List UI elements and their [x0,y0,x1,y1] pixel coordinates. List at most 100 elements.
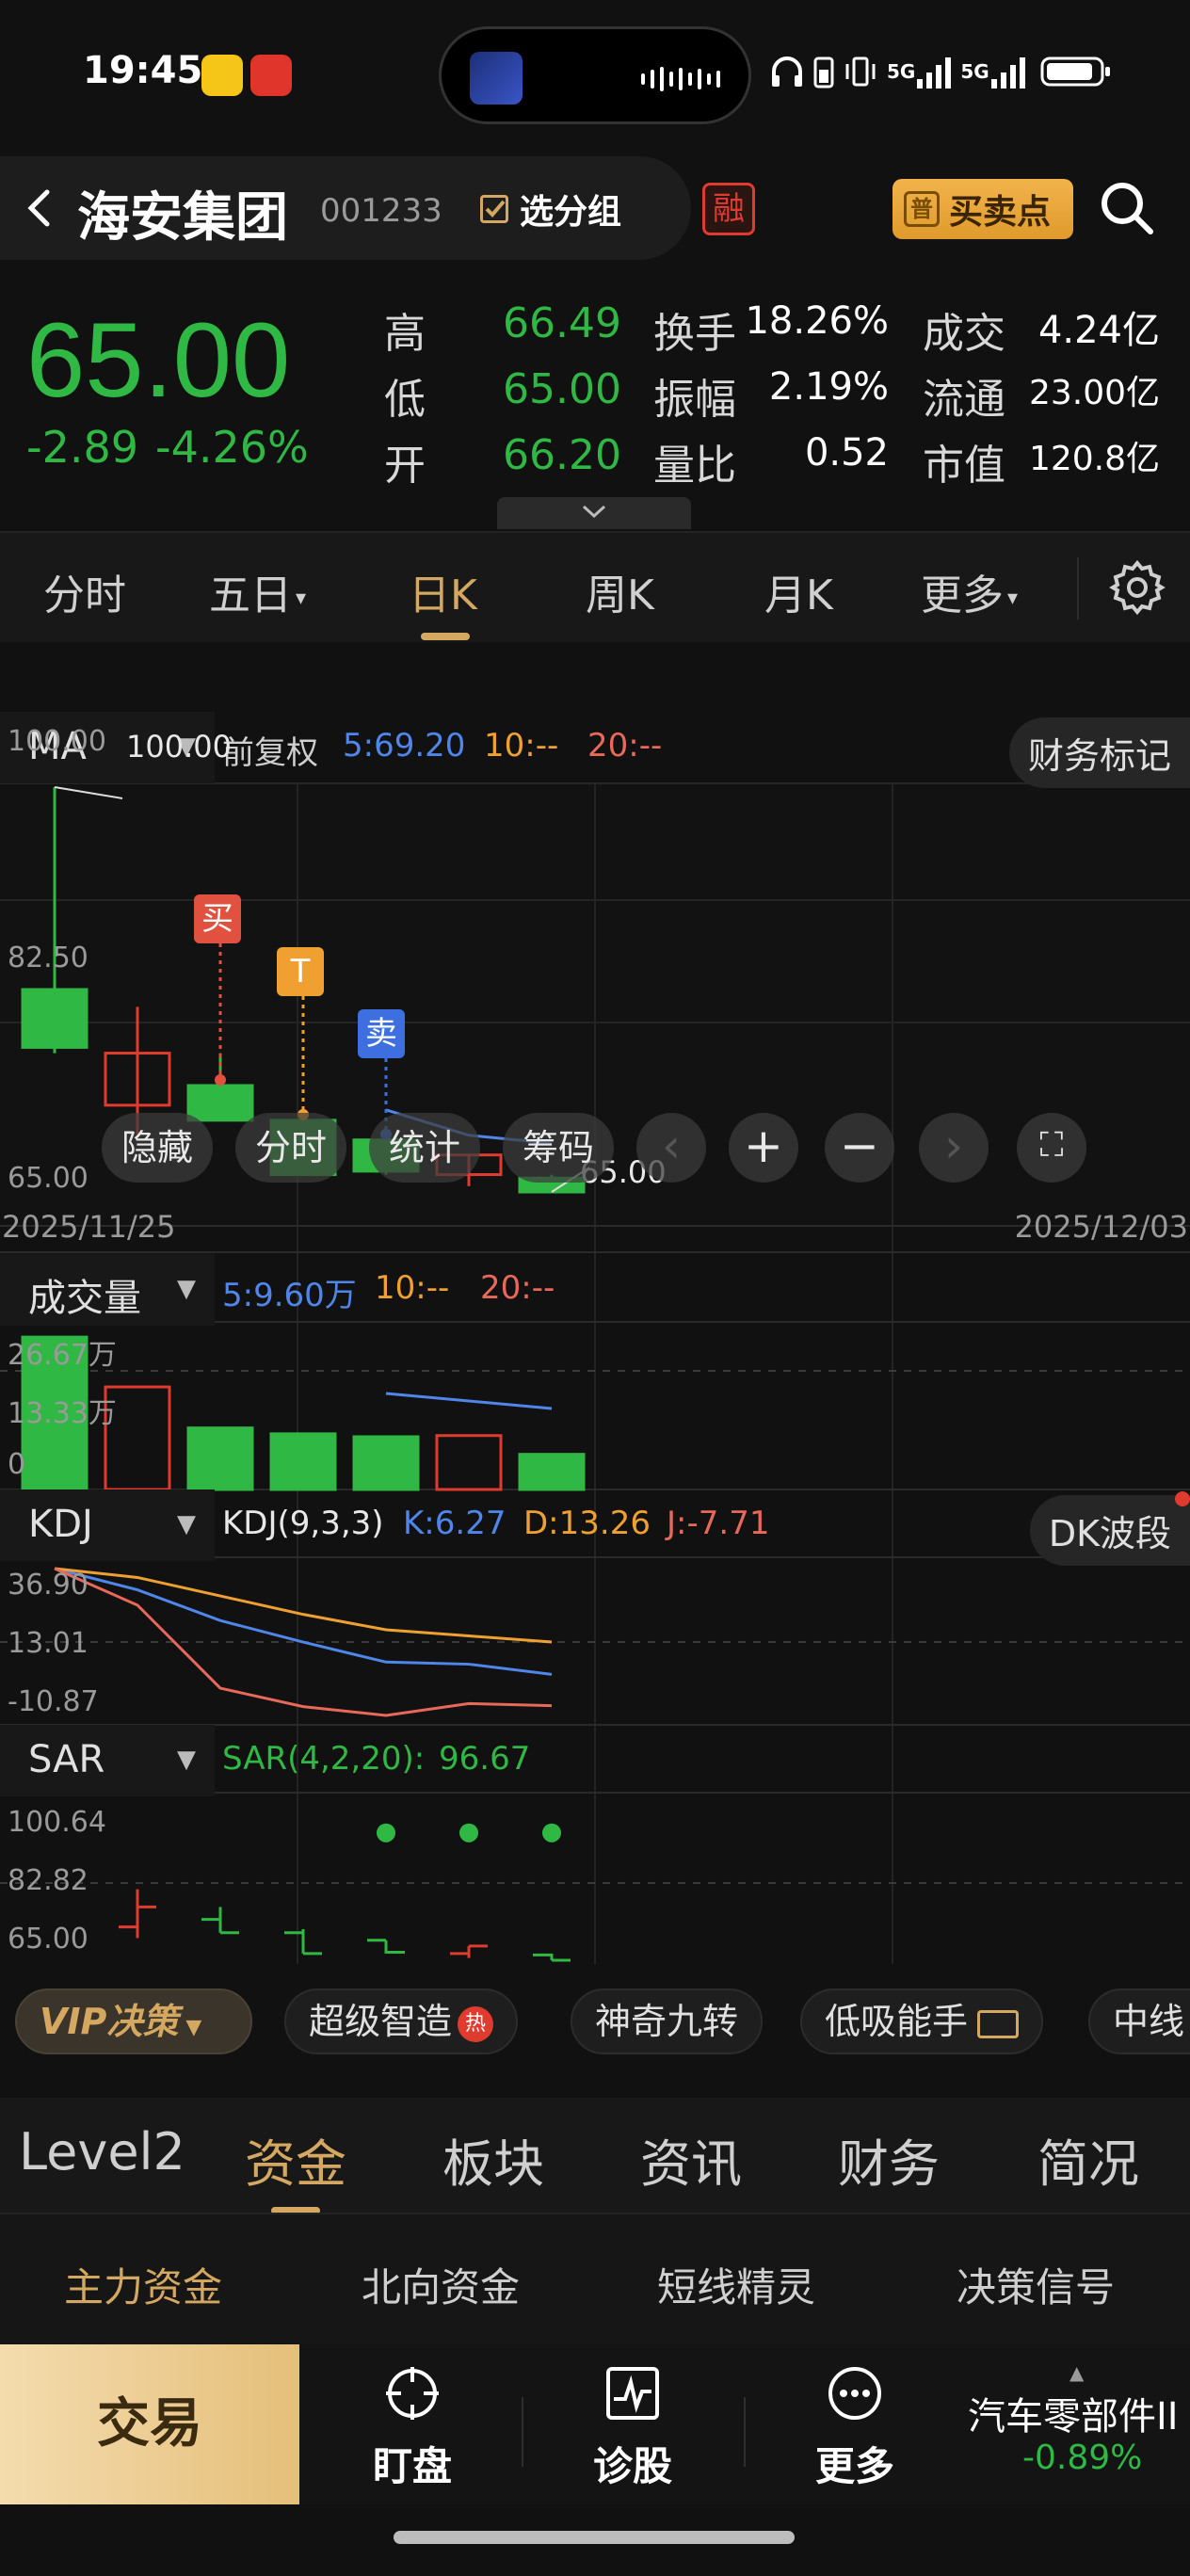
kline-chart-area[interactable]: MA ▼ 前复权 5:69.20 10:-- 20:-- 财务标记 100.00… [0,712,1190,1964]
audio-wave-icon [641,67,720,91]
strategy-label: 低吸能手 [825,2001,969,2042]
expand-quote-button[interactable] [497,497,691,529]
tab-financials[interactable]: 财务 [838,2122,940,2197]
zoom-in-icon[interactable]: + [729,1113,798,1183]
strategy-chip-super-smart[interactable]: 超级智造热 [284,1988,519,2054]
last-price: 65.00 [26,301,291,419]
headphones-icon [772,56,802,87]
signal-buy-badge[interactable]: 买 [194,894,241,943]
tab-monthly-k[interactable]: 月K [764,561,833,621]
sector-change: -0.89% [1022,2439,1143,2477]
candle-body [21,988,88,1049]
capital-sub-tabs: 主力资金 北向资金 短线精灵 决策信号 [0,2213,1190,2344]
triangle-down-icon: ▾ [296,586,307,610]
crosshair-icon [386,2367,439,2420]
notification-app-icon-2 [250,55,292,96]
quote-value: 66.49 [503,299,621,347]
sector-name[interactable]: 汽车零部件II [968,2386,1179,2440]
volume-bar [269,1432,337,1491]
tab-weekly-k[interactable]: 周K [586,561,654,621]
date-start: 2025/11/25 [2,1209,176,1245]
period-tabs: 分时 五日 ▾ 日K 周K 月K 更多 ▾ [0,531,1190,642]
volume-ma5-line [385,1392,553,1410]
device-battery-icon [813,56,834,89]
finance-mark-button[interactable]: 财务标记 [1008,717,1190,788]
strategy-chip-magic-nine[interactable]: 神奇九转 [571,1988,764,2054]
tab-more-label: 更多 [921,572,1004,620]
margin-trading-badge[interactable]: 融 [702,183,755,235]
quote-label: 振幅 [653,376,736,424]
tab-daily-k[interactable]: 日K [409,561,477,621]
quote-value: 23.00亿 [1028,374,1160,412]
tab-more[interactable]: 更多 ▾ [921,561,1018,621]
volume-selector[interactable]: 成交量 ▼ [0,1254,215,1326]
adjust-type[interactable]: 前复权 [222,727,318,773]
hide-button[interactable]: 隐藏 [102,1113,213,1183]
checkbox-icon [480,195,508,223]
intraday-button[interactable]: 分时 [235,1113,346,1183]
sar-name: SAR [28,1738,105,1781]
statistics-button[interactable]: 统计 [369,1113,480,1183]
subtab-main-capital[interactable]: 主力资金 [64,2256,222,2313]
buy-sell-points-button[interactable]: 普 买卖点 [892,179,1073,239]
trade-button[interactable]: 交易 [0,2344,299,2504]
dk-wave-button[interactable]: DK波段 [1029,1495,1190,1566]
chips-button[interactable]: 筹码 [503,1113,614,1183]
chevron-left-icon[interactable] [17,185,64,232]
sar-selector[interactable]: SAR ▼ [0,1725,215,1796]
price-y-label: 100.00 [8,725,106,758]
nav-watch[interactable]: 盯盘 [337,2363,488,2492]
fullscreen-icon[interactable]: ⛶ [1017,1113,1086,1183]
chevron-right-icon[interactable]: › [919,1113,989,1183]
ordinary-badge-icon: 普 [904,191,940,227]
select-group-button[interactable]: 选分组 [480,185,621,233]
quote-label: 低 [384,376,426,424]
volume-ma10: 10:-- [375,1269,450,1307]
zoom-out-icon[interactable]: − [825,1113,894,1183]
sar-dot [377,1823,395,1843]
tab-capital[interactable]: 资金 [245,2122,346,2197]
quote-label: 成交 [923,310,1005,358]
volume-ma5: 5:9.60万 [222,1277,357,1314]
volume-bar [352,1435,420,1491]
kdj-y-label: 36.90 [8,1569,88,1602]
tab-profile[interactable]: 简况 [1037,2122,1139,2197]
tab-level2[interactable]: Level2 [19,2122,185,2182]
sar-value: 96.67 [439,1740,531,1778]
home-indicator[interactable] [394,2531,795,2544]
tab-news[interactable]: 资讯 [640,2122,742,2197]
kdj-j-value: J:-7.71 [667,1505,770,1542]
search-icon[interactable] [1096,177,1156,237]
triangle-down-icon: ▾ [1007,586,1019,610]
hot-badge-icon: 热 [458,2005,494,2042]
subtab-decision-signal[interactable]: 决策信号 [957,2256,1115,2313]
strategy-chip-mid-term[interactable]: 中线 [1088,1988,1190,2054]
gear-icon[interactable] [1109,559,1166,616]
tab-five-day[interactable]: 五日 ▾ [209,561,306,621]
dynamic-island[interactable] [439,26,751,124]
network-type-2: 5G [960,60,989,83]
battery-icon [1040,56,1110,87]
active-tab-indicator [421,633,470,640]
nav-diagnose[interactable]: 诊股 [557,2363,708,2492]
signal-t-badge[interactable]: T [277,947,324,996]
subtab-short-term[interactable]: 短线精灵 [657,2256,815,2313]
date-end: 2025/12/03 [1014,1209,1188,1245]
nav-more[interactable]: 更多 [780,2363,930,2492]
nav-divider [744,2397,746,2467]
chevron-left-icon[interactable]: ‹ [636,1113,706,1183]
kdj-selector[interactable]: KDJ ▼ [0,1489,215,1561]
vip-decision-button[interactable]: VIP决策 ▼ [15,1988,252,2054]
triangle-down-icon: ▼ [177,1746,196,1774]
signal-sell-badge[interactable]: 卖 [358,1009,405,1058]
nav-watch-label: 盯盘 [372,2443,452,2489]
status-time: 19:45 [83,49,203,92]
subtab-northbound[interactable]: 北向资金 [362,2256,520,2313]
quote-label: 流通 [923,376,1005,424]
strategy-chip-dip-buyer[interactable]: 低吸能手 [800,1988,1044,2054]
tab-intraday[interactable]: 分时 [43,561,126,621]
tab-sector[interactable]: 板块 [442,2122,544,2197]
signal-bars-icon-2 [990,57,1025,89]
network-type-1: 5G [887,60,916,83]
volume-y-label: 13.33万 [8,1397,117,1430]
